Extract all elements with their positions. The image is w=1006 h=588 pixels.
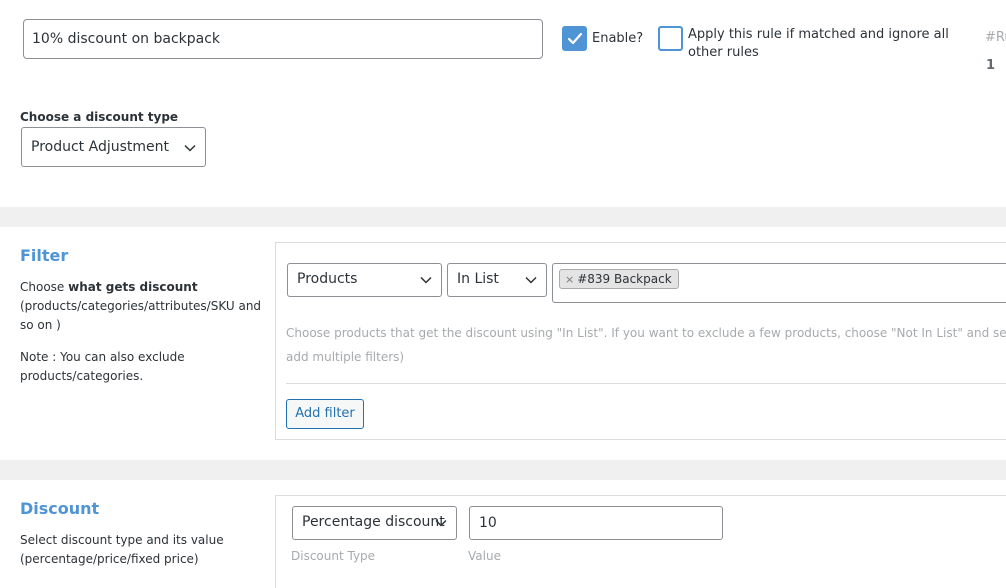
enable-checkbox[interactable] — [562, 26, 587, 51]
discount-value-input[interactable]: 10 — [469, 506, 723, 540]
enable-label: Enable? — [592, 31, 644, 46]
chevron-down-icon — [525, 276, 537, 284]
chevron-down-icon — [435, 519, 447, 527]
filter-help-line-2: add multiple filters) — [286, 350, 405, 364]
discount-value-caption: Value — [468, 549, 501, 563]
filter-type-selected: Products — [297, 271, 358, 287]
product-tag[interactable]: × #839 Backpack — [559, 269, 679, 289]
rule-name-input[interactable]: 10% discount on backpack — [23, 19, 543, 59]
filter-help-text: Choose products that get the discount us… — [286, 321, 1006, 369]
section-divider — [0, 460, 1006, 480]
discount-kind-selected: Percentage discount — [302, 514, 445, 530]
discount-type-label: Choose a discount type — [20, 110, 179, 124]
filter-desc-prefix: Choose — [20, 280, 69, 294]
discount-kind-select[interactable]: Percentage discount — [292, 506, 457, 540]
discount-type-selected: Product Adjustment — [31, 139, 169, 155]
tag-remove-icon[interactable]: × — [565, 273, 574, 286]
discount-section-title: Discount — [20, 499, 100, 518]
filter-desc-suffix: (products/categories/attributes/SKU and … — [20, 299, 262, 332]
exclusive-rule-label: Apply this rule if matched and ignore al… — [688, 27, 949, 60]
discount-type-select[interactable]: Product Adjustment — [21, 127, 206, 167]
discount-description: Select discount type and its value (perc… — [20, 533, 224, 566]
filter-condition-select[interactable]: In List — [447, 263, 547, 297]
filter-description: Choose what gets discount (products/cate… — [20, 278, 270, 335]
checkmark-icon — [567, 32, 583, 45]
discount-type-caption: Discount Type — [291, 549, 376, 563]
chevron-down-icon — [184, 144, 196, 152]
filter-help-line-1: Choose products that get the discount us… — [286, 326, 1006, 340]
filter-note: Note : You can also exclude products/cat… — [20, 350, 185, 383]
filter-desc-bold: what gets discount — [68, 280, 198, 294]
filter-divider — [286, 383, 1006, 384]
section-divider — [0, 207, 1006, 227]
rule-id-value: 1 — [986, 58, 996, 73]
filter-condition-selected: In List — [457, 271, 499, 287]
chevron-down-icon — [420, 276, 432, 284]
exclusive-rule-checkbox[interactable] — [658, 26, 683, 51]
filter-type-select[interactable]: Products — [287, 263, 442, 297]
rule-id-label: #Ru — [985, 30, 1006, 45]
add-filter-button[interactable]: Add filter — [286, 399, 364, 429]
filter-section-title: Filter — [20, 246, 69, 265]
product-tag-label: #839 Backpack — [577, 272, 672, 286]
